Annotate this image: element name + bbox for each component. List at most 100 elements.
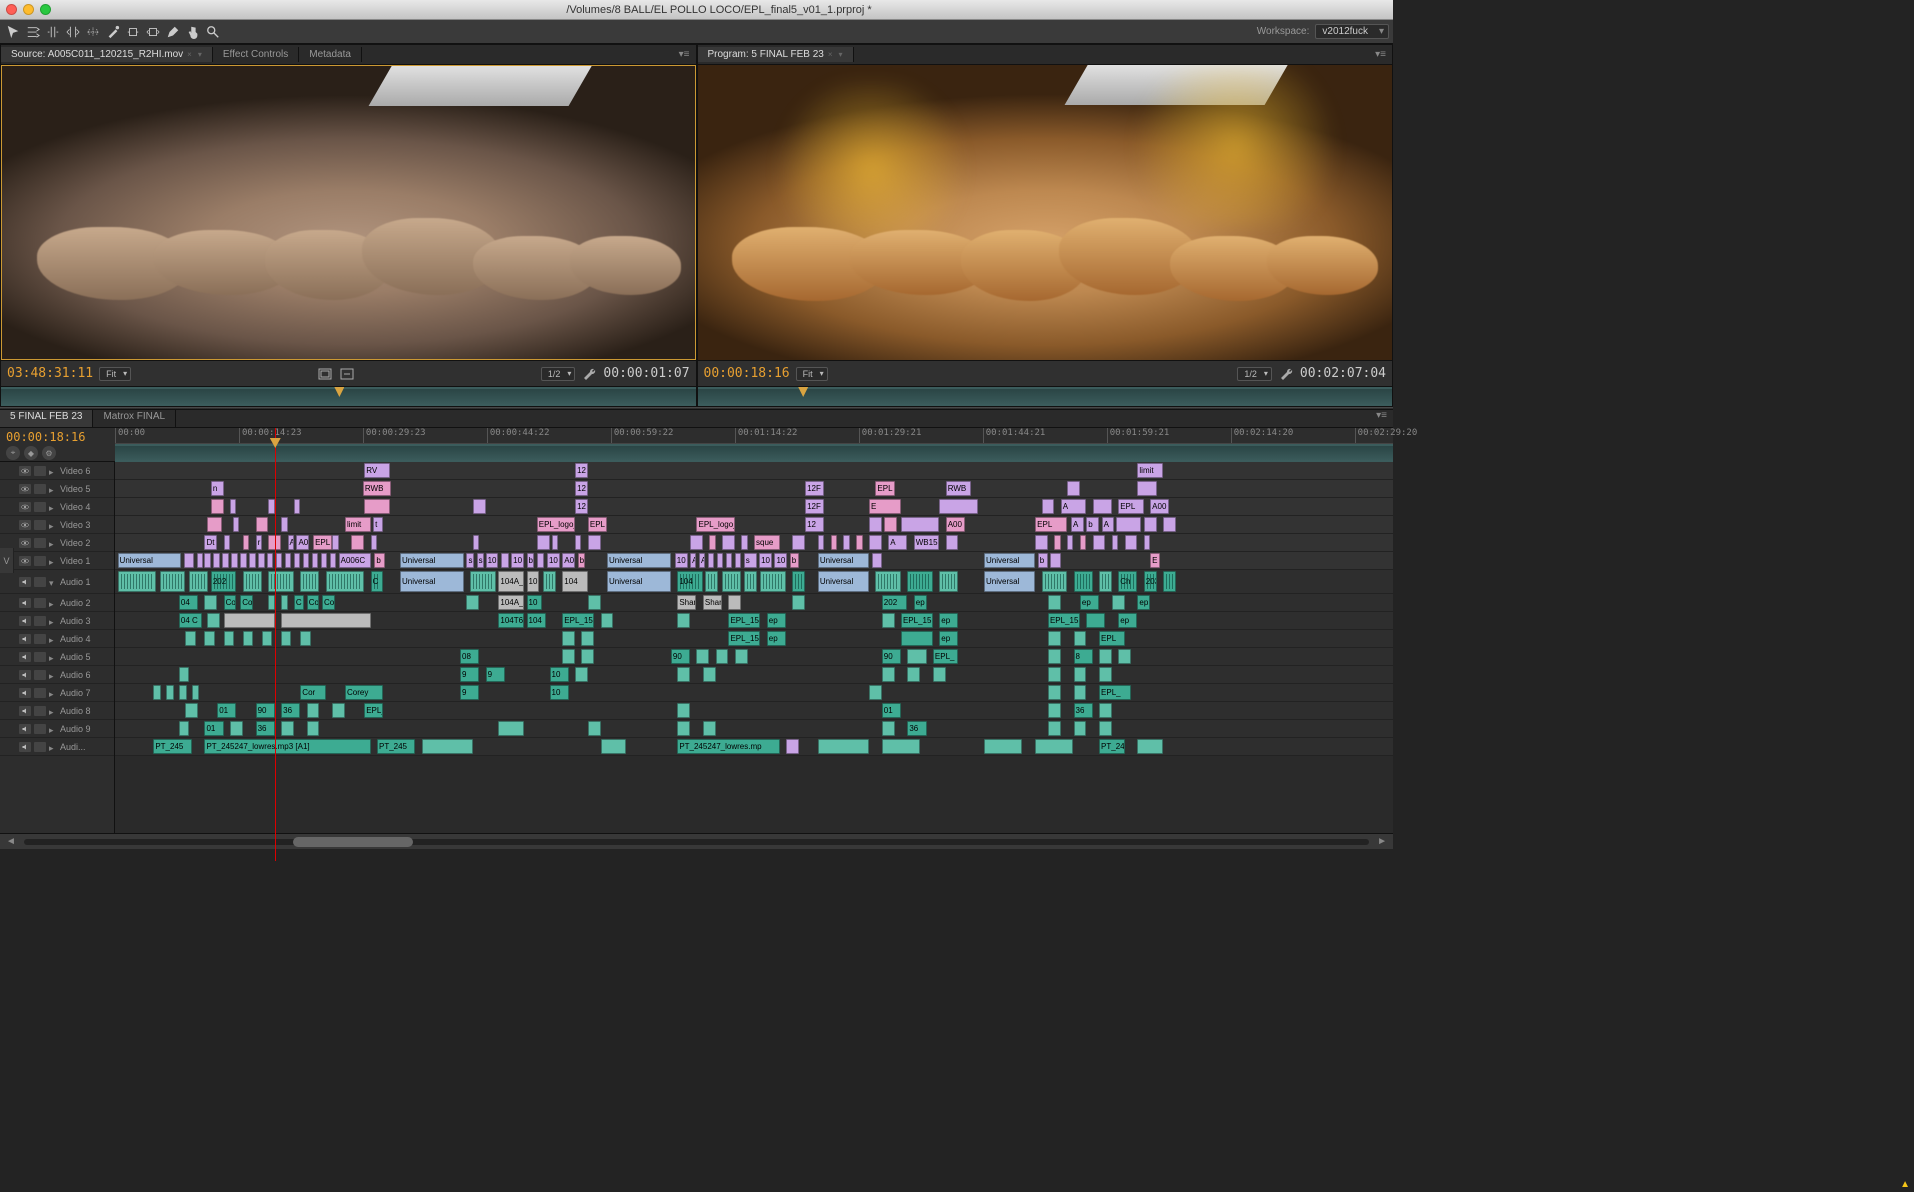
- lock-icon[interactable]: [34, 484, 46, 494]
- clip[interactable]: [179, 667, 189, 682]
- clip[interactable]: [231, 553, 237, 568]
- clip[interactable]: PT_245: [1099, 739, 1125, 754]
- clip[interactable]: A: [690, 553, 696, 568]
- clip[interactable]: [882, 667, 895, 682]
- clip[interactable]: [185, 631, 195, 646]
- clip[interactable]: 04 C: [179, 613, 202, 628]
- clip[interactable]: [1099, 721, 1112, 736]
- wrench-icon[interactable]: [1278, 366, 1294, 382]
- source-fit-dropdown[interactable]: Fit: [99, 367, 131, 381]
- clip[interactable]: 8: [1074, 649, 1093, 664]
- clip[interactable]: [601, 739, 627, 754]
- timeline-track[interactable]: EPL_15epepEPL: [115, 630, 1393, 648]
- clip[interactable]: EPL_logo_v: [537, 517, 575, 532]
- clip[interactable]: b: [527, 553, 535, 568]
- timeline-track[interactable]: PT_245PT_245247_lowres.mp3 [A1]PT_245PT_…: [115, 738, 1393, 756]
- clip[interactable]: [1074, 571, 1093, 592]
- clip[interactable]: [1042, 499, 1055, 514]
- speaker-icon[interactable]: [19, 742, 31, 752]
- clip[interactable]: [907, 571, 933, 592]
- clip[interactable]: [285, 553, 291, 568]
- timeline-track[interactable]: 013636: [115, 720, 1393, 738]
- clip[interactable]: [204, 595, 217, 610]
- program-viewport[interactable]: [698, 65, 1393, 360]
- clip[interactable]: [1048, 667, 1061, 682]
- clip[interactable]: A: [288, 535, 294, 550]
- clip[interactable]: [207, 517, 222, 532]
- clip[interactable]: A0: [296, 535, 309, 550]
- expand-icon[interactable]: ▸: [49, 485, 57, 493]
- clip[interactable]: A: [888, 535, 907, 550]
- clip[interactable]: 9: [460, 667, 479, 682]
- clip[interactable]: A006C: [339, 553, 371, 568]
- clip[interactable]: [1074, 631, 1087, 646]
- clip[interactable]: ep: [1080, 595, 1099, 610]
- clip[interactable]: [884, 517, 897, 532]
- clip[interactable]: 08: [460, 649, 479, 664]
- clip[interactable]: 10: [550, 667, 569, 682]
- clip[interactable]: ep: [939, 631, 958, 646]
- clip[interactable]: ep: [1118, 613, 1137, 628]
- speaker-icon[interactable]: [19, 688, 31, 698]
- lock-icon[interactable]: [34, 688, 46, 698]
- clip[interactable]: [703, 721, 716, 736]
- clip[interactable]: 10: [547, 553, 560, 568]
- clip[interactable]: [256, 517, 269, 532]
- speaker-icon[interactable]: [19, 670, 31, 680]
- sequence-tab[interactable]: 5 FINAL FEB 23: [0, 410, 93, 427]
- metadata-tab[interactable]: Metadata: [299, 47, 362, 62]
- program-in-timecode[interactable]: 00:00:18:16: [704, 366, 790, 381]
- clip[interactable]: limit: [345, 517, 371, 532]
- speaker-icon[interactable]: [19, 634, 31, 644]
- lock-icon[interactable]: [34, 556, 46, 566]
- clip[interactable]: [1112, 535, 1118, 550]
- clip[interactable]: [939, 499, 977, 514]
- clip[interactable]: [1074, 685, 1087, 700]
- expand-icon[interactable]: ▸: [49, 521, 57, 529]
- clip[interactable]: [1116, 517, 1142, 532]
- source-out-timecode[interactable]: 00:00:01:07: [603, 366, 689, 381]
- timeline-track[interactable]: nRWB1212FEPLRWB: [115, 480, 1393, 498]
- clip[interactable]: [1099, 649, 1112, 664]
- clip[interactable]: [312, 553, 318, 568]
- clip[interactable]: [281, 613, 370, 628]
- expand-icon[interactable]: ▸: [49, 689, 57, 697]
- clip[interactable]: 104: [562, 571, 588, 592]
- effect-controls-tab[interactable]: Effect Controls: [213, 47, 299, 62]
- clip[interactable]: [901, 517, 939, 532]
- clip[interactable]: EPL_15: [728, 613, 760, 628]
- clip[interactable]: [1125, 535, 1138, 550]
- snap-toggle-icon[interactable]: ⌖: [6, 446, 20, 460]
- clip[interactable]: b: [1038, 553, 1048, 568]
- expand-icon[interactable]: ▸: [49, 617, 57, 625]
- clip[interactable]: 10: [675, 553, 688, 568]
- clip[interactable]: [332, 535, 338, 550]
- clip[interactable]: PT_245: [153, 739, 191, 754]
- clip[interactable]: [276, 553, 282, 568]
- razor-tool-icon[interactable]: [104, 23, 122, 41]
- clip[interactable]: [705, 571, 718, 592]
- clip[interactable]: [1144, 517, 1157, 532]
- clip[interactable]: [677, 667, 690, 682]
- panel-menu-icon[interactable]: ▾≡: [1369, 49, 1392, 60]
- clip[interactable]: 36: [1074, 703, 1093, 718]
- clip[interactable]: [222, 553, 228, 568]
- video-track-header[interactable]: ▸Video 4: [0, 498, 114, 516]
- clip[interactable]: A0: [562, 553, 575, 568]
- audio-track-header[interactable]: ▸Audio 2: [0, 594, 114, 612]
- clip[interactable]: Cor: [307, 595, 320, 610]
- clip[interactable]: EPL_15: [728, 631, 760, 646]
- timeline-track[interactable]: CorCorey910EPL_: [115, 684, 1393, 702]
- clip[interactable]: [907, 649, 926, 664]
- clip[interactable]: b: [1086, 517, 1099, 532]
- close-icon[interactable]: ×: [187, 50, 192, 59]
- clip[interactable]: 203: [1144, 571, 1157, 592]
- clip[interactable]: [1074, 667, 1087, 682]
- clip[interactable]: [869, 685, 882, 700]
- speaker-icon[interactable]: [19, 706, 31, 716]
- lock-icon[interactable]: [34, 634, 46, 644]
- expand-icon[interactable]: ▸: [49, 653, 57, 661]
- clip[interactable]: [1048, 703, 1061, 718]
- clip[interactable]: [307, 703, 320, 718]
- clip[interactable]: [722, 571, 741, 592]
